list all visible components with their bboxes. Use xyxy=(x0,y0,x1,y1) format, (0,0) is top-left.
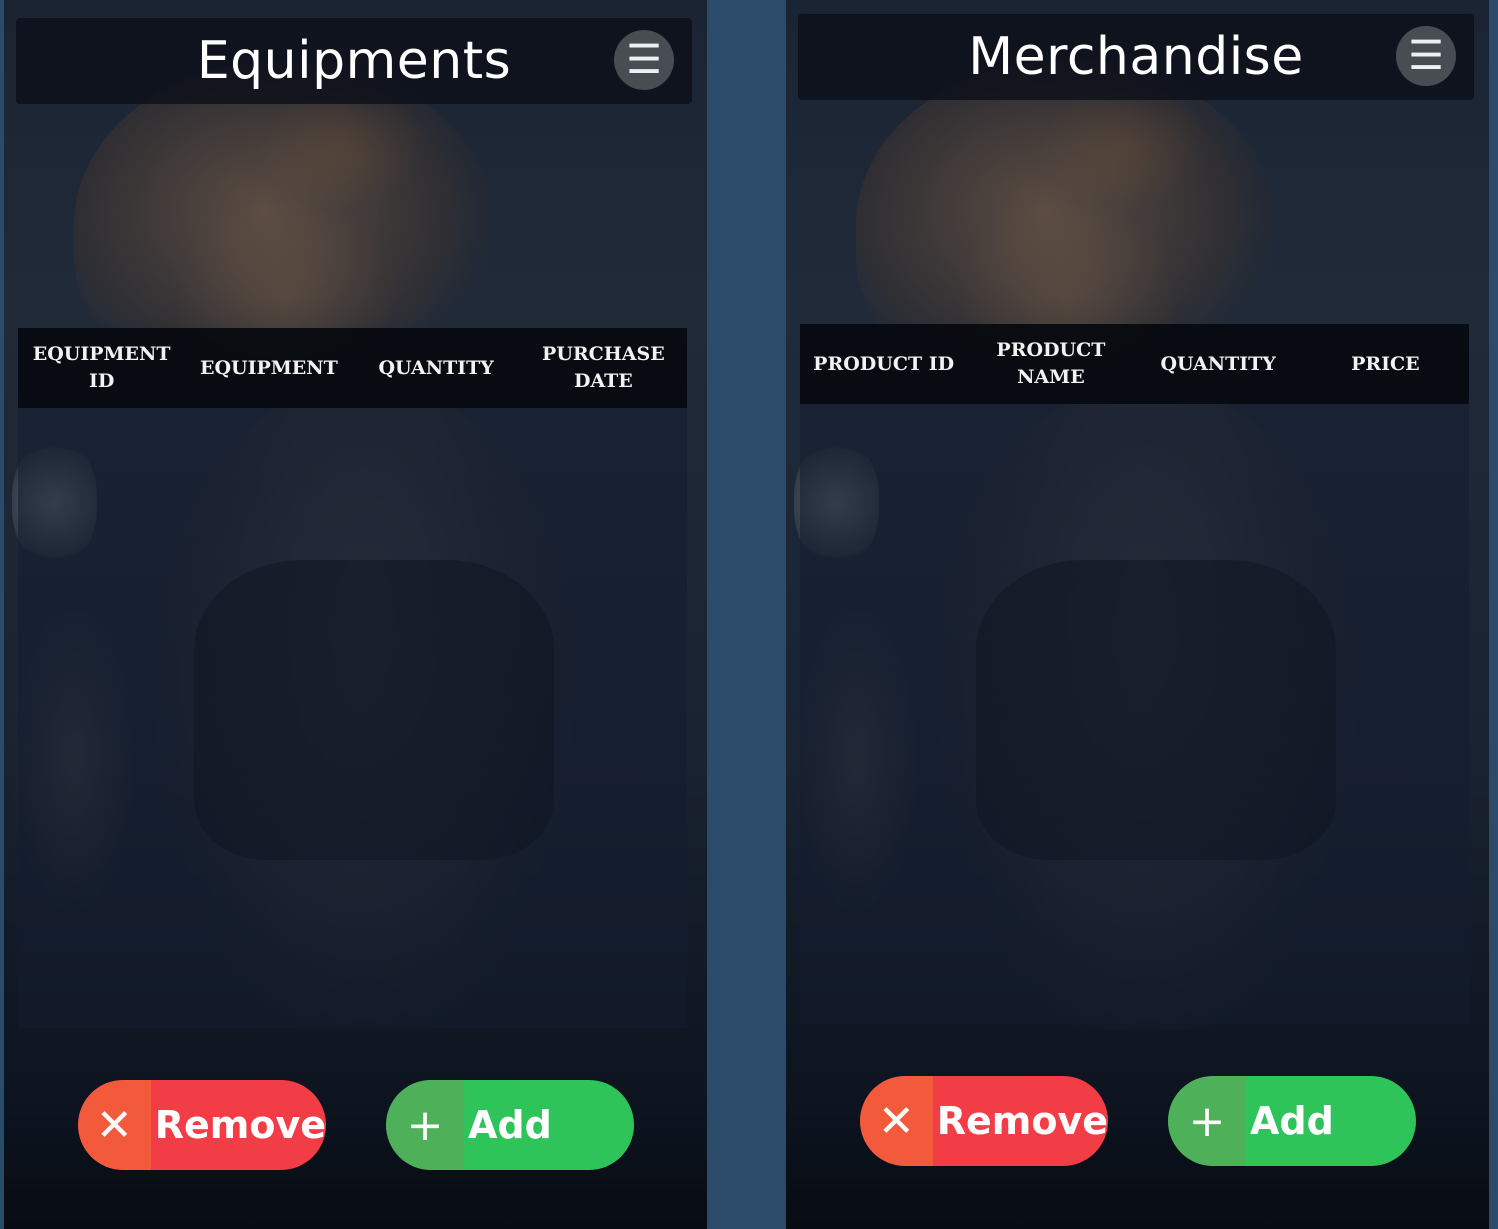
column-header-product-id[interactable]: PRODUCT ID xyxy=(800,351,967,378)
column-header-quantity[interactable]: QUANTITY xyxy=(353,355,520,382)
remove-button[interactable]: ✕ Remove xyxy=(78,1080,326,1170)
close-icon: ✕ xyxy=(860,1076,933,1166)
page-title: Merchandise xyxy=(968,27,1304,87)
table-header-row: EQUIPMENT ID EQUIPMENT QUANTITY PURCHASE… xyxy=(18,328,687,408)
app-header: Merchandise ☰ xyxy=(798,14,1474,100)
plus-icon: + xyxy=(386,1080,464,1170)
equipments-screen: Equipments ☰ EQUIPMENT ID EQUIPMENT QUAN… xyxy=(4,0,707,1229)
hamburger-menu-icon: ☰ xyxy=(626,38,662,82)
add-button[interactable]: + Add xyxy=(1168,1076,1416,1166)
column-header-purchase-date[interactable]: PURCHASE DATE xyxy=(520,341,687,395)
remove-button-label: Remove xyxy=(154,1103,326,1147)
equipment-table: EQUIPMENT ID EQUIPMENT QUANTITY PURCHASE… xyxy=(18,328,687,1028)
column-header-product-name[interactable]: PRODUCT NAME xyxy=(967,337,1134,391)
remove-button[interactable]: ✕ Remove xyxy=(860,1076,1108,1166)
column-header-quantity[interactable]: QUANTITY xyxy=(1135,351,1302,378)
page-title: Equipments xyxy=(196,31,512,91)
add-button-label: Add xyxy=(1250,1099,1334,1143)
column-header-price[interactable]: PRICE xyxy=(1302,351,1469,378)
plus-icon: + xyxy=(1168,1076,1246,1166)
menu-button[interactable]: ☰ xyxy=(1396,26,1456,86)
column-header-equipment[interactable]: EQUIPMENT xyxy=(185,355,352,382)
add-button[interactable]: + Add xyxy=(386,1080,634,1170)
table-header-row: PRODUCT ID PRODUCT NAME QUANTITY PRICE xyxy=(800,324,1469,404)
app-header: Equipments ☰ xyxy=(16,18,692,104)
table-body xyxy=(18,408,687,1028)
column-header-equipment-id[interactable]: EQUIPMENT ID xyxy=(18,341,185,395)
table-body xyxy=(800,404,1469,1024)
menu-button[interactable]: ☰ xyxy=(614,30,674,90)
merchandise-table: PRODUCT ID PRODUCT NAME QUANTITY PRICE xyxy=(800,324,1469,1024)
remove-button-label: Remove xyxy=(936,1099,1108,1143)
close-icon: ✕ xyxy=(78,1080,151,1170)
merchandise-screen: Merchandise ☰ PRODUCT ID PRODUCT NAME QU… xyxy=(786,0,1489,1229)
hamburger-menu-icon: ☰ xyxy=(1408,34,1444,78)
add-button-label: Add xyxy=(468,1103,552,1147)
